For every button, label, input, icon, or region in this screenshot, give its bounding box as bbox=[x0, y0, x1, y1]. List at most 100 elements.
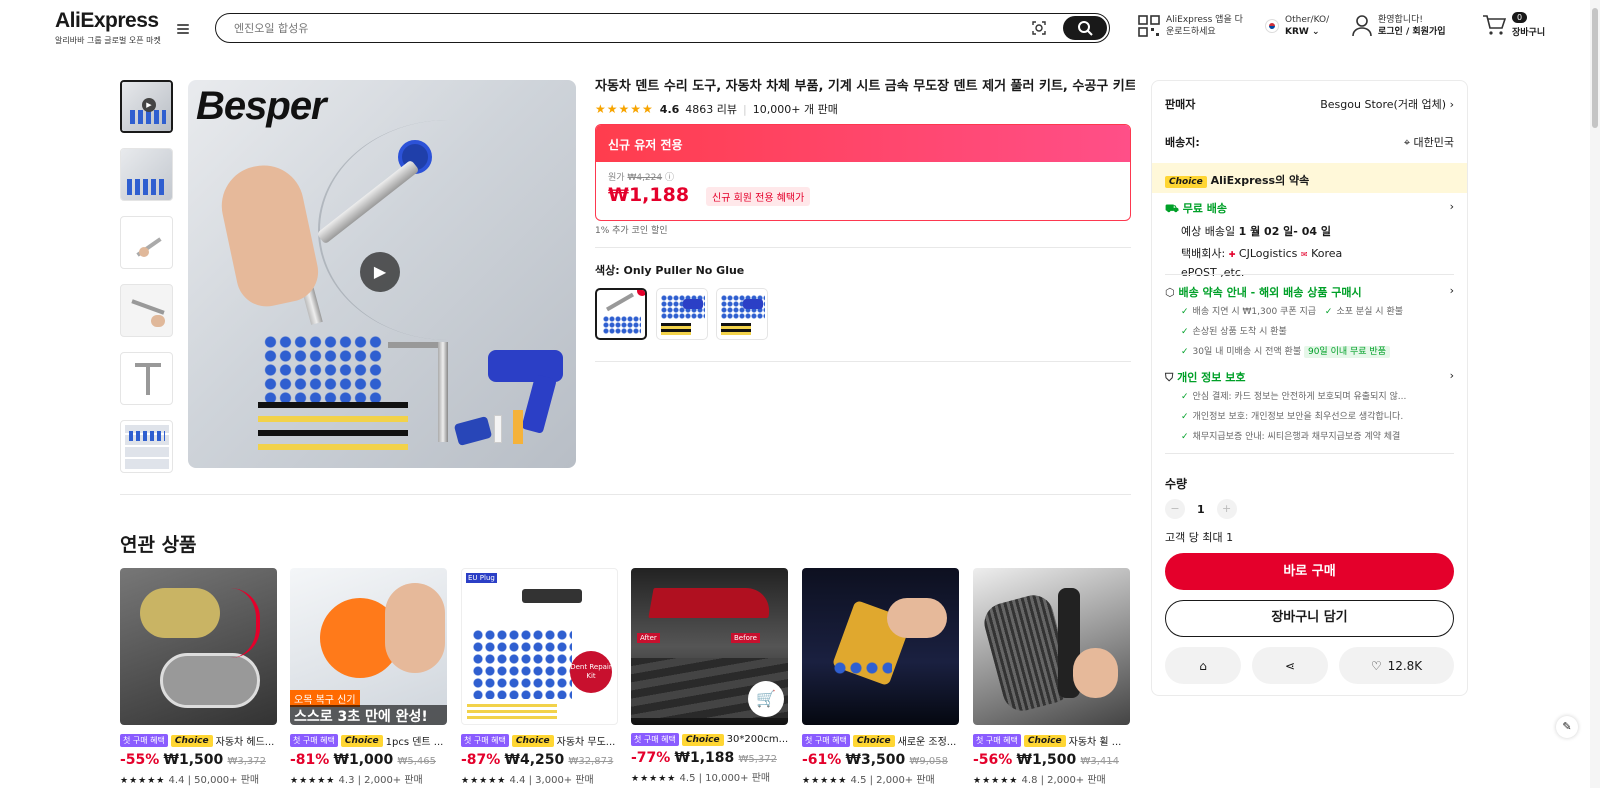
thumbnail-5[interactable] bbox=[120, 352, 173, 405]
thumbnail-6[interactable] bbox=[120, 420, 173, 473]
color-option-3[interactable] bbox=[716, 288, 768, 340]
video-play-icon[interactable]: ▶ bbox=[360, 252, 400, 292]
related-card[interactable]: After Before 🛒 첫 구매 혜택 Choice 30*200cm... … bbox=[631, 568, 788, 784]
thumbnail-play-icon: ▶ bbox=[142, 98, 156, 112]
rating-stars-icon: ★★★★★ bbox=[290, 776, 336, 786]
review-count[interactable]: 4863 리뷰 bbox=[685, 101, 737, 117]
divider bbox=[595, 361, 1131, 362]
thumbnail-3[interactable] bbox=[120, 216, 173, 269]
related-card[interactable]: 첫 구매 혜택 Choice 새로운 조정... -61% ₩3,500 ₩9,05… bbox=[802, 568, 959, 786]
share-button[interactable]: ⋖ bbox=[1252, 647, 1328, 684]
related-discount: -55% bbox=[120, 752, 160, 768]
related-orig-price: ₩32,873 bbox=[568, 756, 614, 767]
promise-2: 소포 분실 시 환불 bbox=[1336, 307, 1404, 317]
check-icon: ✓ bbox=[1181, 392, 1189, 402]
search-bar bbox=[215, 13, 1110, 43]
choice-badge: Choice bbox=[1165, 176, 1207, 188]
rating-stars-icon: ★★★★★ bbox=[631, 774, 677, 784]
region-selector[interactable]: Other/KO/KRW ⌄ bbox=[1265, 14, 1329, 38]
logo-text: AliExpress bbox=[55, 9, 159, 32]
related-discount: -77% bbox=[631, 750, 671, 766]
related-price: ₩1,500 bbox=[1016, 752, 1077, 768]
related-sold: 2,000+ 판매 bbox=[876, 775, 935, 786]
page-scrollbar[interactable] bbox=[1590, 0, 1600, 788]
seller-value: Besgou Store(거래 업체) › bbox=[1320, 98, 1454, 111]
sold-count: 10,000+ 개 판매 bbox=[752, 103, 838, 116]
app-download[interactable]: AliExpress 앱을 다 운로드하세요 bbox=[1138, 14, 1243, 38]
related-card[interactable]: 첫 구매 혜택 Choice 자동차 휠 ... -56% ₩1,500 ₩3,41… bbox=[973, 568, 1130, 786]
cart-label: 장바구니 bbox=[1512, 27, 1546, 38]
increase-qty-button[interactable]: + bbox=[1216, 499, 1237, 519]
promo-tag: 신규 회원 전용 혜택가 bbox=[706, 187, 811, 206]
seller-label: 판매자 bbox=[1165, 98, 1196, 111]
related-card[interactable]: EU Plug Dent Repair Kit 첫 구매 혜택 Choice 자동차… bbox=[461, 568, 618, 786]
search-icon bbox=[1078, 21, 1093, 36]
login-signup-link[interactable]: 로그인 / 회원가입 bbox=[1378, 26, 1446, 38]
privacy-section[interactable]: ⛉ 개인 정보 보호 › ✓ 안심 결제: 카드 정보는 안전하게 보호되며 유출되… bbox=[1165, 369, 1454, 447]
color-option-puller-only[interactable] bbox=[595, 288, 647, 340]
check-icon: ✓ bbox=[1181, 307, 1189, 317]
store-button[interactable]: ⌂ bbox=[1165, 647, 1241, 684]
cart-icon-wrap: 0 bbox=[1482, 12, 1528, 39]
related-sold: 3,000+ 판매 bbox=[535, 775, 594, 786]
choice-badge: Choice bbox=[681, 733, 724, 746]
carrier-row: 택배회사: ✚ CJLogistics ✉ Korea ePOST ,etc. bbox=[1181, 247, 1343, 279]
search-input[interactable] bbox=[234, 19, 1004, 37]
choice-promise-bar: Choice AliExpress의 약속 bbox=[1152, 163, 1467, 193]
cart-count-badge: 0 bbox=[1512, 12, 1528, 23]
wishlist-button[interactable]: ♡ 12.8K bbox=[1339, 647, 1454, 684]
related-image: 오목 복구 신기 스스로 3초 만에 완성! bbox=[290, 568, 447, 725]
related-image bbox=[120, 568, 277, 725]
add-to-cart-icon[interactable]: 🛒 bbox=[748, 681, 784, 717]
cart-button[interactable]: 0 장바구니 bbox=[1482, 12, 1546, 39]
related-card[interactable]: 첫 구매 혜택 Choice 자동차 헤드... -55% ₩1,500 ₩3,37… bbox=[120, 568, 277, 786]
seller-row[interactable]: 판매자 Besgou Store(거래 업체) › bbox=[1165, 96, 1454, 112]
buy-now-button[interactable]: 바로 구매 bbox=[1165, 553, 1454, 590]
thumbnail-list: ▶ bbox=[120, 80, 174, 488]
thumbnail-2[interactable] bbox=[120, 148, 173, 201]
hamburger-menu-icon[interactable] bbox=[175, 22, 191, 36]
related-name: 자동차 무도... bbox=[556, 737, 616, 748]
overlay-text-1: EU Plug bbox=[466, 573, 497, 583]
aliexpress-logo[interactable]: AliExpress 알리바바 그룹 글로벌 오픈 마켓 bbox=[55, 10, 161, 46]
thumbnail-video[interactable]: ▶ bbox=[120, 80, 173, 133]
choice-text: AliExpress의 약속 bbox=[1210, 174, 1310, 187]
color-option-2[interactable] bbox=[656, 288, 708, 340]
wishlist-count: 12.8K bbox=[1387, 658, 1423, 673]
decrease-qty-button[interactable]: − bbox=[1165, 499, 1185, 519]
related-name: 새로운 조정... bbox=[897, 737, 957, 748]
related-orig-price: ₩5,372 bbox=[738, 754, 777, 765]
related-discount: -61% bbox=[802, 752, 842, 768]
first-purchase-badge: 첫 구매 혜택 bbox=[631, 733, 679, 746]
check-icon: ✓ bbox=[1181, 347, 1189, 357]
quantity-value[interactable]: 1 bbox=[1197, 503, 1205, 516]
related-orig-price: ₩5,465 bbox=[397, 756, 436, 767]
quantity-label: 수량 bbox=[1165, 477, 1188, 491]
related-image bbox=[802, 568, 959, 725]
share-icon: ⋖ bbox=[1284, 658, 1296, 673]
privacy-1: 안심 결제: 카드 정보는 안전하게 보호되며 유출되지 않... bbox=[1192, 392, 1407, 402]
account-menu[interactable]: 환영합니다! 로그인 / 회원가입 bbox=[1352, 14, 1446, 38]
heart-icon: ♡ bbox=[1370, 658, 1382, 673]
app-line2: 운로드하세요 bbox=[1166, 27, 1216, 37]
related-name: 자동차 헤드... bbox=[215, 737, 275, 748]
first-purchase-badge: 첫 구매 혜택 bbox=[120, 734, 168, 747]
related-price: ₩4,250 bbox=[504, 752, 565, 768]
image-search-icon[interactable] bbox=[1031, 20, 1047, 36]
related-card[interactable]: 오목 복구 신기 스스로 3초 만에 완성! 첫 구매 혜택 Choice 1pcs… bbox=[290, 568, 447, 786]
promise-4: 30일 내 미배송 시 전액 환불 bbox=[1192, 347, 1302, 357]
box-icon: ⬡ bbox=[1165, 286, 1175, 299]
thumbnail-4[interactable] bbox=[120, 284, 173, 337]
ship-to-row[interactable]: 배송지: ⌖ 대한민국 bbox=[1165, 134, 1454, 150]
edit-feedback-icon[interactable]: ✎ bbox=[1556, 716, 1578, 738]
delivery-promise-section[interactable]: ⬡ 배송 약속 안내 - 해외 배송 상품 구매시 › ✓ 배송 지연 시 ₩1,3… bbox=[1165, 284, 1454, 362]
rating-stars-icon: ★★★★★ bbox=[120, 776, 166, 786]
main-product-image[interactable]: Besper ▶ bbox=[188, 80, 576, 468]
add-to-cart-button[interactable]: 장바구니 담기 bbox=[1165, 600, 1454, 637]
search-button[interactable] bbox=[1063, 16, 1107, 40]
related-sold: 2,000+ 판매 bbox=[1047, 775, 1106, 786]
related-rating: 4.5 bbox=[679, 773, 696, 784]
cart-icon bbox=[1483, 15, 1507, 35]
chevron-right-icon: › bbox=[1449, 284, 1454, 297]
free-shipping-section[interactable]: ⛟ 무료 배송 › 예상 배송일 1 월 02 일- 04 일 택배회사: ✚ C… bbox=[1165, 200, 1454, 282]
